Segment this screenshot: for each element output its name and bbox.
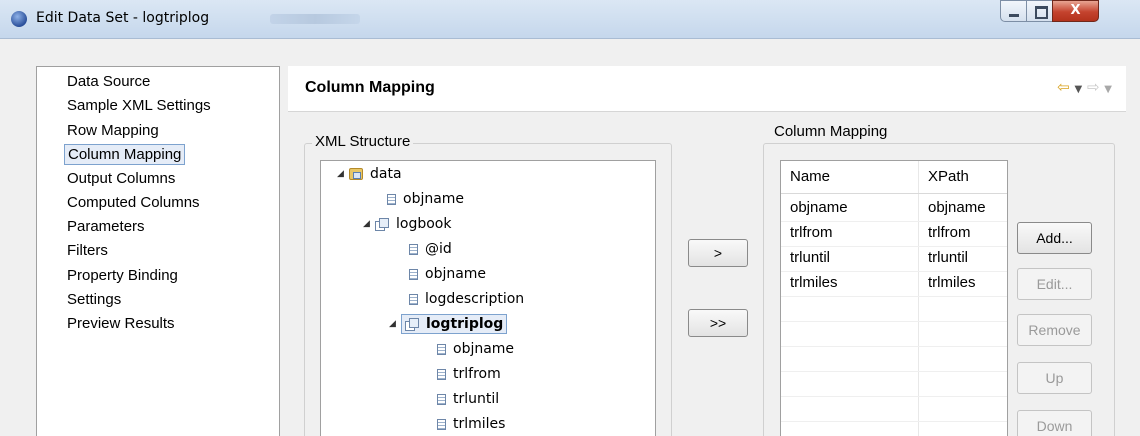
row-divider (781, 371, 1007, 372)
nav-item-parameters[interactable]: Parameters (67, 216, 145, 237)
element-icon (405, 318, 419, 331)
mapping-name-cell[interactable]: objname (781, 196, 848, 220)
column-header-xpath[interactable]: XPath (919, 161, 969, 193)
mapping-xpath-cell[interactable]: trlfrom (919, 221, 971, 245)
nav-item-column-mapping[interactable]: Column Mapping (64, 144, 186, 165)
tree-node-trlfrom[interactable]: trlfrom (437, 363, 501, 385)
attribute-icon (437, 393, 446, 405)
collapse-icon[interactable]: ◢ (389, 313, 401, 335)
tree-node-objname[interactable]: objname (387, 188, 464, 210)
forward-arrow-icon[interactable]: ⇨ (1087, 78, 1100, 96)
row-divider (781, 321, 1007, 322)
tree-node-logtriplog[interactable]: ◢ logtriplog (389, 313, 508, 335)
attribute-icon (409, 293, 418, 305)
root-folder-icon (349, 168, 363, 180)
add-all-columns-button[interactable]: >> (688, 309, 748, 337)
selected-tree-node[interactable]: logtriplog (401, 314, 508, 334)
close-button[interactable]: X (1052, 0, 1099, 22)
mapping-name-cell[interactable]: trlmiles (781, 271, 838, 295)
attribute-icon (437, 368, 446, 380)
page-header: Column Mapping ⇦ ▼ ⇨ ▼ (288, 66, 1126, 112)
mapping-xpath-cell[interactable]: trlmiles (919, 271, 976, 295)
mapping-name-cell[interactable]: trluntil (781, 246, 830, 270)
column-mapping-table: Name XPath objname objname trlfrom trlfr… (780, 160, 1008, 436)
attribute-icon (409, 243, 418, 255)
column-mapping-label: Column Mapping (771, 123, 891, 140)
nav-item-preview-results[interactable]: Preview Results (67, 313, 175, 334)
nav-item-sample-xml-settings[interactable]: Sample XML Settings (67, 95, 211, 116)
history-navigation: ⇦ ▼ ⇨ ▼ (1057, 78, 1112, 96)
maximize-icon (1035, 6, 1048, 19)
tree-node-data[interactable]: ◢ data (337, 163, 402, 185)
edit-mapping-button[interactable]: Edit... (1017, 268, 1092, 300)
back-dropdown-icon[interactable]: ▼ (1074, 84, 1082, 95)
tree-node-id[interactable]: @id (409, 238, 452, 260)
minimize-icon (1009, 14, 1019, 17)
title-bar-blur (270, 14, 360, 24)
nav-item-output-columns[interactable]: Output Columns (67, 168, 175, 189)
mapping-xpath-cell[interactable]: trluntil (919, 246, 968, 270)
page-title: Column Mapping (305, 79, 435, 96)
mapping-name-cell[interactable]: trlfrom (781, 221, 833, 245)
collapse-icon[interactable]: ◢ (363, 213, 375, 235)
close-icon: X (1070, 3, 1081, 18)
element-icon (375, 218, 389, 231)
row-divider (781, 396, 1007, 397)
nav-item-data-source[interactable]: Data Source (67, 71, 150, 92)
tree-node-trlmiles[interactable]: trlmiles (437, 413, 505, 435)
attribute-icon (437, 418, 446, 430)
collapse-icon[interactable]: ◢ (337, 163, 349, 185)
minimize-button[interactable] (1000, 0, 1027, 22)
nav-item-computed-columns[interactable]: Computed Columns (67, 192, 200, 213)
xml-structure-tree[interactable]: ◢ data objname ◢ logbook @id objname logde… (320, 160, 656, 436)
nav-item-settings[interactable]: Settings (67, 289, 121, 310)
forward-dropdown-icon[interactable]: ▼ (1104, 84, 1112, 95)
back-arrow-icon[interactable]: ⇦ (1057, 78, 1070, 96)
attribute-icon (437, 343, 446, 355)
move-down-button[interactable]: Down (1017, 410, 1092, 436)
row-divider (781, 296, 1007, 297)
row-divider (781, 346, 1007, 347)
title-bar: Edit Data Set - logtriplog X (0, 0, 1140, 39)
add-mapping-button[interactable]: Add... (1017, 222, 1092, 254)
xml-structure-label: XML Structure (312, 133, 414, 150)
edit-data-set-dialog: Edit Data Set - logtriplog X Data Source… (0, 0, 1140, 436)
maximize-button[interactable] (1026, 0, 1053, 22)
attribute-icon (409, 268, 418, 280)
app-icon (11, 11, 27, 27)
tree-node-logbook[interactable]: ◢ logbook (363, 213, 451, 235)
add-column-button[interactable]: > (688, 239, 748, 267)
attribute-icon (387, 193, 396, 205)
header-divider (781, 193, 1007, 194)
window-title: Edit Data Set - logtriplog (36, 10, 210, 26)
nav-item-property-binding[interactable]: Property Binding (67, 265, 178, 286)
tree-node-logdescription[interactable]: logdescription (409, 288, 524, 310)
remove-mapping-button[interactable]: Remove (1017, 314, 1092, 346)
nav-item-row-mapping[interactable]: Row Mapping (67, 120, 159, 141)
tree-node-objname[interactable]: objname (437, 338, 514, 360)
nav-item-filters[interactable]: Filters (67, 240, 108, 261)
tree-node-objname[interactable]: objname (409, 263, 486, 285)
column-header-name[interactable]: Name (781, 161, 830, 193)
row-divider (781, 421, 1007, 422)
mapping-xpath-cell[interactable]: objname (919, 196, 986, 220)
page-navigation: Data Source Sample XML Settings Row Mapp… (36, 66, 280, 436)
tree-node-trluntil[interactable]: trluntil (437, 388, 499, 410)
move-up-button[interactable]: Up (1017, 362, 1092, 394)
